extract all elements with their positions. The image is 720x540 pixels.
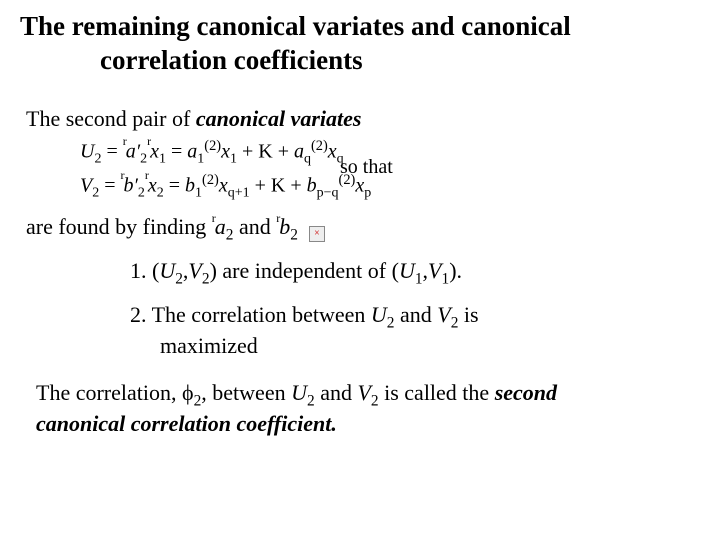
- xq1-var: x: [219, 174, 228, 196]
- list-item-1: 1. (U2,V2) are independent of (U1,V1).: [130, 258, 700, 288]
- vec-x2-arrow: r: [145, 168, 148, 183]
- li1-u1: U: [399, 258, 415, 283]
- x2-sub: 2: [157, 185, 164, 200]
- li1-vsub: 2: [202, 270, 210, 287]
- vec-b-arrow: r: [121, 168, 124, 183]
- v-sub: 2: [92, 185, 99, 200]
- v-var: V: [80, 174, 92, 196]
- li2-v: V: [437, 302, 450, 327]
- aq-sub: q: [304, 151, 311, 166]
- x-var-2: x: [148, 174, 157, 196]
- vec-a-arrow: r: [123, 134, 126, 149]
- concl-vsub: 2: [371, 392, 379, 409]
- li2-u: U: [371, 302, 387, 327]
- title-line1: The remaining canonical variates and can…: [20, 10, 700, 44]
- b1-coef: b: [185, 174, 195, 196]
- xp-sub: p: [364, 185, 371, 200]
- concl-v: V: [357, 380, 370, 405]
- b-prime: b′: [124, 174, 138, 196]
- xq-var: x: [328, 140, 337, 162]
- condition-list: 1. (U2,V2) are independent of (U1,V1). 2…: [130, 258, 700, 359]
- b1-sub: 1: [195, 185, 202, 200]
- intro-emph: canonical variates: [196, 106, 362, 131]
- bp-coef: b: [307, 174, 317, 196]
- concl-emph1: second: [495, 380, 557, 405]
- a2-var: a: [215, 214, 226, 239]
- b1-sup: (2): [202, 172, 219, 188]
- xq1-sub: q+1: [228, 185, 250, 200]
- intro-line: The second pair of canonical variates: [26, 106, 700, 132]
- found-prefix: are found by finding: [26, 214, 212, 239]
- x1-var: x: [221, 140, 230, 162]
- so-that-text: so that: [340, 156, 393, 179]
- x-var-1: x: [150, 140, 159, 162]
- a1-coef: a: [187, 140, 197, 162]
- li1-v: V: [188, 258, 201, 283]
- li1-v1: V: [428, 258, 441, 283]
- missing-glyph-icon: ×: [309, 226, 325, 242]
- equation-block: U2 = ra′2rx1 = a1(2)x1 + K + aq(2)xq V2 …: [80, 136, 700, 208]
- a1-sup: (2): [204, 138, 221, 154]
- vec-b2-arrow: r: [276, 211, 279, 226]
- vec-x1-arrow: r: [147, 134, 150, 149]
- u-sub: 2: [94, 151, 101, 166]
- li1-end: ).: [449, 258, 462, 283]
- found-line: are found by finding ra2 and rb2 ×: [26, 214, 700, 244]
- bp-sub: p−q: [317, 185, 339, 200]
- li1-usub: 2: [175, 270, 183, 287]
- li1-u1sub: 1: [415, 270, 423, 287]
- x1-var-sub: 1: [230, 151, 237, 166]
- vec-a2-arrow: r: [212, 211, 215, 226]
- concl-usub: 2: [307, 392, 315, 409]
- phi-symbol: ϕ: [182, 380, 194, 405]
- list-item-2: 2. The correlation between U2 and V2 is …: [130, 302, 700, 358]
- found-and: and: [233, 214, 276, 239]
- li2-cont: maximized: [130, 333, 700, 359]
- concl-u: U: [291, 380, 307, 405]
- concl-emph2: canonical correlation coefficient.: [36, 411, 337, 436]
- intro-prefix: The second pair of: [26, 106, 196, 131]
- conclusion: The correlation, ϕ2, between U2 and V2 i…: [36, 379, 700, 438]
- concl-p1: The correlation,: [36, 380, 182, 405]
- a-prime-sub: 2: [140, 151, 147, 166]
- concl-p2: , between: [201, 380, 291, 405]
- li1-num: 1. (: [130, 258, 159, 283]
- b-prime-sub: 2: [138, 185, 145, 200]
- v-dots: K: [271, 174, 285, 196]
- concl-and: and: [315, 380, 358, 405]
- slide-title: The remaining canonical variates and can…: [20, 10, 700, 78]
- li1-mid: ) are independent of (: [210, 258, 399, 283]
- a-prime: a′: [126, 140, 140, 162]
- equation-v: V2 = rb′2rx2 = b1(2)xq+1 + K + bp−q(2)xp: [80, 172, 371, 202]
- aq-coef: a: [294, 140, 304, 162]
- concl-p3: is called the: [379, 380, 495, 405]
- li2-is: is: [458, 302, 478, 327]
- b2-var: b: [279, 214, 290, 239]
- li1-u: U: [159, 258, 175, 283]
- u-var: U: [80, 140, 94, 162]
- title-line2: correlation coefficients: [20, 44, 700, 78]
- equation-u: U2 = ra′2rx1 = a1(2)x1 + K + aq(2)xq: [80, 138, 344, 168]
- b2-sub: 2: [290, 226, 298, 243]
- aq-sup: (2): [311, 138, 328, 154]
- x1-sub: 1: [159, 151, 166, 166]
- li2-num: 2. The correlation between: [130, 302, 371, 327]
- li2-and: and: [394, 302, 437, 327]
- u-dots: K: [258, 140, 272, 162]
